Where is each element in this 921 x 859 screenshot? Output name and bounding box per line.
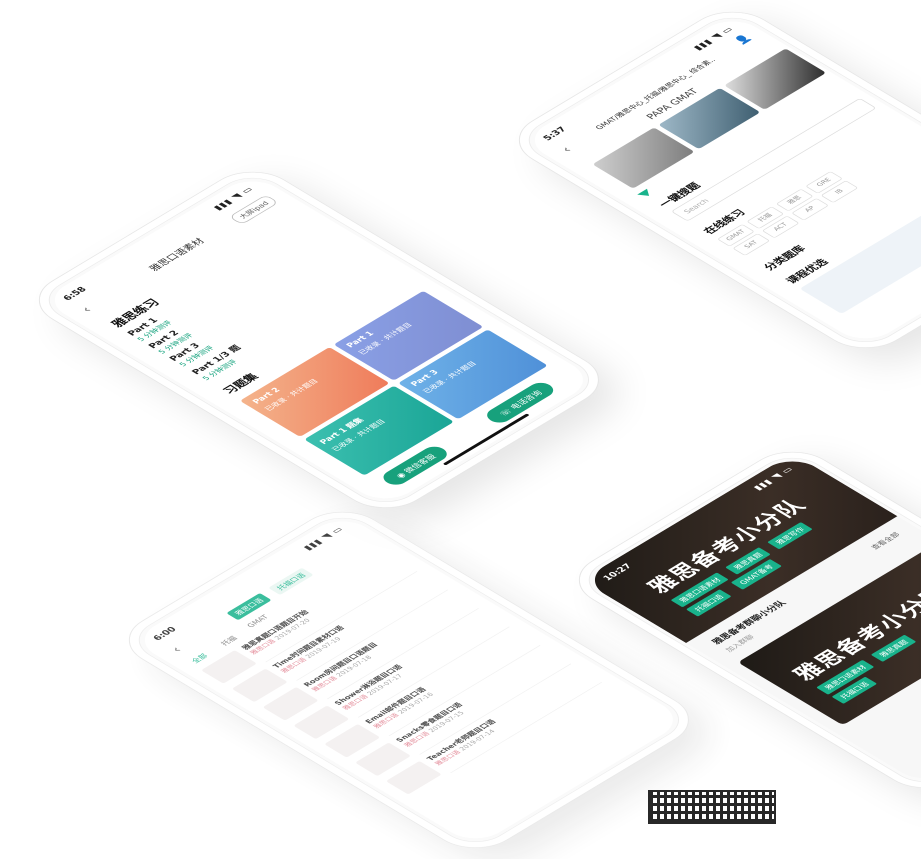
phone-mockup-gmat: 5:37 ▮▮▮ ◥ ▭ ‹ GMAT/雅思中心_托福/雅思中心_ 综合素.. … (500, 0, 921, 360)
view-all-link[interactable]: 查看全部 (868, 530, 902, 551)
back-arrow-icon[interactable]: ‹ (77, 304, 95, 315)
back-arrow-icon[interactable]: ‹ (557, 144, 575, 155)
status-time: 10:27 (600, 561, 635, 583)
phone-screen: 5:37 ▮▮▮ ◥ ▭ ‹ GMAT/雅思中心_托福/雅思中心_ 综合素.. … (521, 13, 921, 347)
status-time: 6:58 (60, 285, 89, 303)
status-bar: 6:58 ▮▮▮ ◥ ▭ (61, 185, 260, 304)
brand-logo-icon (637, 188, 654, 199)
user-icon[interactable]: 👤 (732, 33, 754, 46)
course-card[interactable] (799, 175, 921, 314)
status-time: 6:00 (150, 625, 179, 643)
back-arrow-icon[interactable]: ‹ (167, 644, 185, 655)
phone-screen: 6:58 ▮▮▮ ◥ ▭ ‹ 雅思口语素材 大屏ipad 雅思练习 Part 1… (41, 173, 597, 507)
phone-mockup-practice: 6:58 ▮▮▮ ◥ ▭ ‹ 雅思口语素材 大屏ipad 雅思练习 Part 1… (20, 160, 618, 520)
signal-battery-icon: ▮▮▮ ◥ ▭ (751, 464, 796, 492)
home-indicator (442, 413, 530, 466)
nav-header: ‹ 雅思口语素材 大屏ipad (65, 187, 295, 325)
qr-code (648, 790, 776, 824)
status-time: 5:37 (540, 125, 569, 143)
